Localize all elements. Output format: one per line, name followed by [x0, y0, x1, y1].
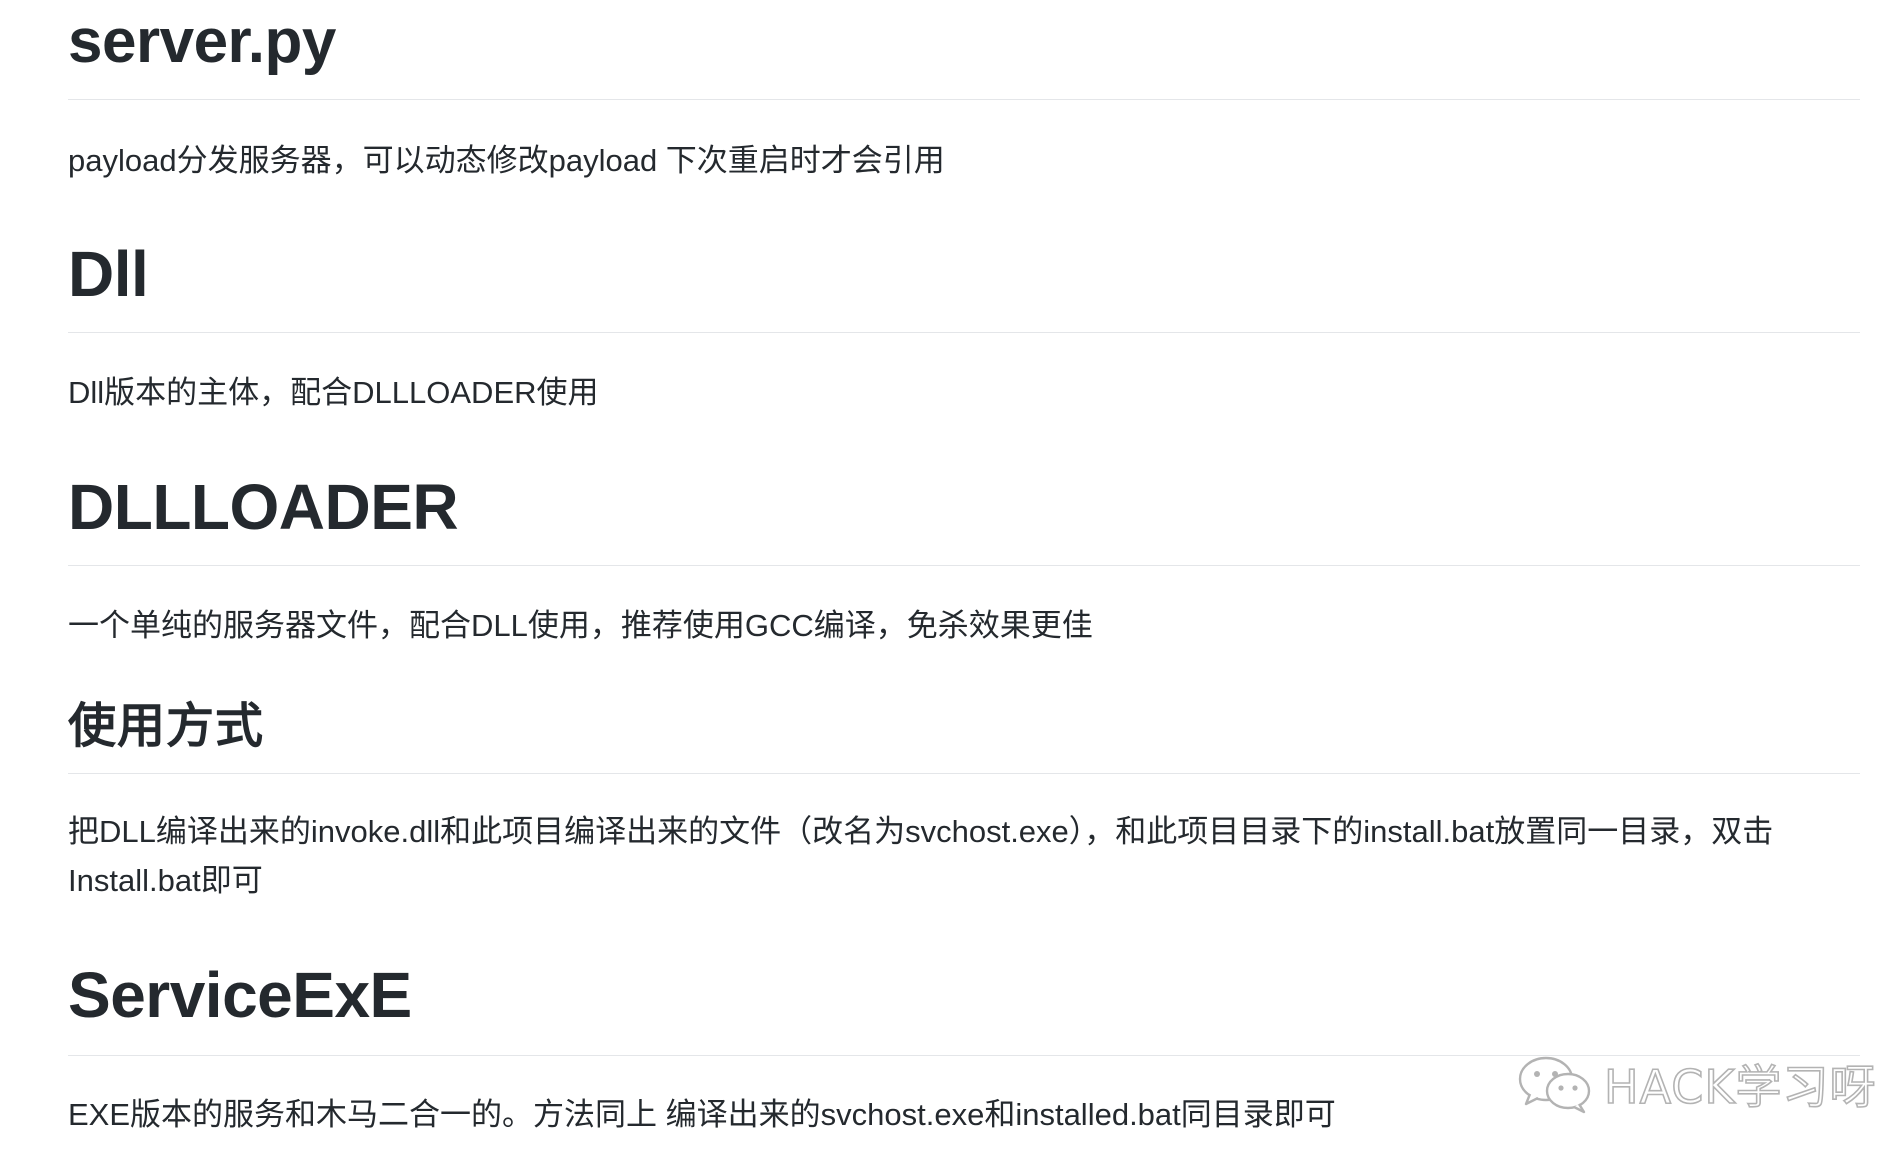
heading-dllloader: DLLLOADER: [68, 471, 459, 543]
heading-dll: Dll: [68, 238, 149, 310]
heading-usage: 使用方式: [68, 700, 265, 753]
section-usage: 使用方式 把DLL编译出来的invoke.dll和此项目编译出来的文件（改名为s…: [68, 695, 1860, 898]
heading-server-py: server.py: [68, 7, 336, 76]
section-serviceexe: ServiceExE EXE版本的服务和木马二合一的。方法同上 编译出来的svc…: [68, 953, 1860, 1132]
watermark-text: HACK学习呀: [1603, 1059, 1877, 1115]
heading-divider: [68, 332, 1860, 333]
paragraph-dll: Dll版本的主体，配合DLLLOADER使用: [68, 375, 599, 410]
paragraph-server-py: payload分发服务器，可以动态修改payload 下次重启时才会引用: [68, 143, 945, 178]
paragraph-serviceexe: EXE版本的服务和木马二合一的。方法同上 编译出来的svchost.exe和in…: [68, 1097, 1336, 1132]
section-dll: Dll Dll版本的主体，配合DLLLOADER使用: [68, 232, 1860, 410]
heading-divider: [68, 773, 1860, 774]
heading-serviceexe: ServiceExE: [68, 959, 412, 1031]
wechat-icon: [1518, 1056, 1591, 1114]
section-server-py: server.py payload分发服务器，可以动态修改payload 下次重…: [68, 0, 1860, 178]
watermark: HACK学习呀: [1516, 1052, 1877, 1116]
section-dllloader: DLLLOADER 一个单纯的服务器文件，配合DLL使用，推荐使用GCC编译，免…: [68, 465, 1860, 643]
heading-divider: [68, 565, 1860, 566]
paragraph-usage: 把DLL编译出来的invoke.dll和此项目编译出来的文件（改名为svchos…: [68, 814, 1774, 898]
heading-divider: [68, 99, 1860, 100]
paragraph-dllloader: 一个单纯的服务器文件，配合DLL使用，推荐使用GCC编译，免杀效果更佳: [68, 608, 1093, 643]
